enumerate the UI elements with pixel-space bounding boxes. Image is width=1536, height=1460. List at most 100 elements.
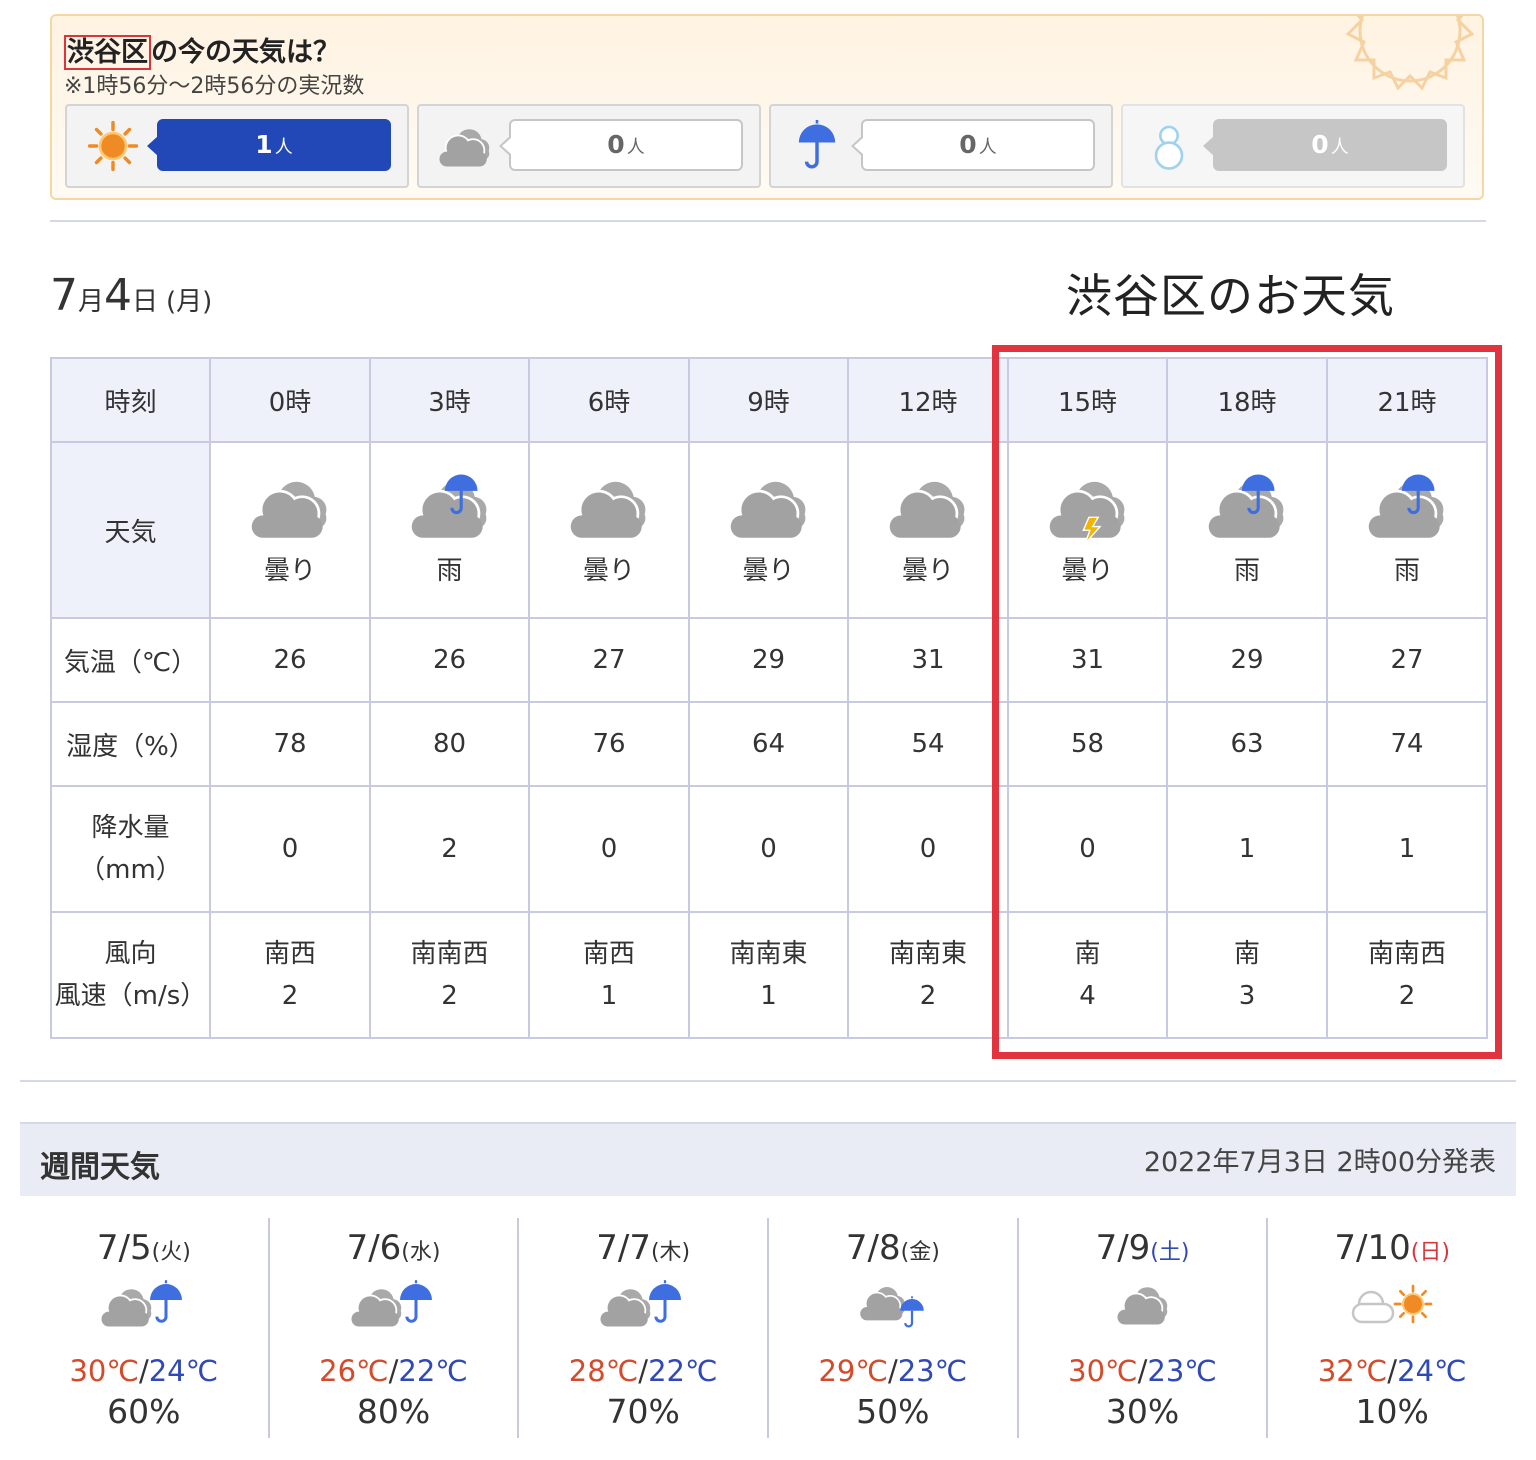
weekly-published: 2022年7月3日 2時00分発表: [1143, 1147, 1496, 1178]
temp-cell: 29: [1166, 617, 1328, 703]
vote-count: 0人: [499, 119, 743, 171]
humidity-cell: 78: [209, 701, 371, 787]
weather-cell: 雨: [369, 441, 530, 619]
week-day: 7/6(水) 26℃/22℃ 80%: [270, 1218, 520, 1438]
temp-cell: 31: [1007, 617, 1168, 703]
weather-cell: 曇り: [688, 441, 849, 619]
vote-count: 1人: [147, 119, 391, 171]
temp-cell: 26: [209, 617, 371, 703]
humidity-cell: 54: [847, 701, 1009, 787]
vote-snow-button[interactable]: 0人: [1121, 104, 1465, 188]
wind-cell: 南南東 2: [847, 911, 1009, 1039]
precip-cell: 0: [528, 785, 690, 913]
sun-icon: [85, 120, 141, 172]
vote-cloudy-button[interactable]: 0人: [417, 104, 761, 188]
precip-cell: 0: [847, 785, 1009, 913]
rain-icon: [408, 473, 492, 540]
cloud-occasional-rain-icon: [859, 1286, 925, 1328]
precip-cell: 0: [1007, 785, 1168, 913]
row-wind: 風向 風速（m/s） 南西 2 南南西 2 南西 1 南南東 1 南南東 2 南4 南3 南…: [50, 911, 1488, 1039]
vote-count: 0人: [1203, 119, 1447, 171]
live-weather-title: 渋谷区 の今の天気は？: [64, 30, 340, 70]
weekly-title: 週間天気: [40, 1150, 160, 1185]
humidity-cell: 58: [1007, 701, 1168, 787]
live-title-suffix: の今の天気は？: [151, 37, 340, 68]
thundercloud-icon: [1046, 474, 1130, 540]
weather-cell: 雨: [1166, 441, 1328, 619]
week-day: 7/5(火) 30℃/24℃ 60%: [20, 1218, 270, 1438]
time-cell: 3時: [369, 357, 530, 443]
row-time: 時刻 0時 3時 6時 9時 12時 15時 18時 21時: [50, 357, 1488, 443]
time-cell: 18時: [1166, 357, 1328, 443]
wind-cell: 南4: [1007, 911, 1168, 1039]
label-temperature: 気温（℃）: [50, 617, 211, 703]
humidity-cell: 74: [1326, 701, 1488, 787]
row-temperature: 気温（℃） 26 26 27 29 31 31 29 27: [50, 617, 1488, 703]
wind-cell: 南3: [1166, 911, 1328, 1039]
label-precipitation: 降水量 （mm）: [50, 785, 211, 913]
row-precipitation: 降水量 （mm） 0 2 0 0 0 0 1 1: [50, 785, 1488, 913]
wind-cell: 南西 1: [528, 911, 690, 1039]
cloud-icon: [248, 474, 332, 540]
live-weather-panel: 渋谷区 の今の天気は？ ※1時56分〜2時56分の実況数 1人 0人 0人 0人: [50, 14, 1484, 200]
wind-cell: 南南西 2: [369, 911, 530, 1039]
cloud-then-rain-icon: [599, 1280, 683, 1328]
time-cell: 6時: [528, 357, 690, 443]
cloud-icon: [437, 120, 493, 172]
cloud-icon: [886, 474, 970, 540]
umbrella-icon: [789, 120, 845, 172]
time-cell: 21時: [1326, 357, 1488, 443]
rain-icon: [1205, 473, 1289, 540]
divider: [20, 1080, 1516, 1082]
annotation-caption: 渋谷区のお天気: [1066, 269, 1395, 323]
week-day: 7/10(日) 32℃/24℃ 10%: [1317, 1228, 1467, 1431]
vote-rain-button[interactable]: 0人: [769, 104, 1113, 188]
temp-cell: 26: [369, 617, 530, 703]
wind-cell: 南南西 2: [1326, 911, 1488, 1039]
cloud-icon: [727, 474, 811, 540]
weekly-forecast: 7/5(火) 30℃/24℃ 60% 7/6(水) 26℃/22℃ 80% 7/…: [20, 1218, 1516, 1438]
weather-cell: 曇り: [209, 441, 371, 619]
row-weather: 天気 曇り 雨 曇り 曇り 曇り 曇り 雨 雨: [50, 441, 1488, 619]
row-humidity: 湿度（%） 78 80 76 64 54 58 63 74: [50, 701, 1488, 787]
time-cell: 12時: [847, 357, 1009, 443]
humidity-cell: 80: [369, 701, 530, 787]
label-time: 時刻: [50, 357, 211, 443]
place-name: 渋谷区: [64, 35, 151, 70]
cloud-icon: [567, 474, 651, 540]
week-day: 7/8(金) 29℃/23℃ 50%: [769, 1218, 1019, 1438]
precip-cell: 0: [209, 785, 371, 913]
week-day: 7/9(土) 30℃/23℃ 30%: [1019, 1218, 1269, 1438]
snowman-icon: [1154, 125, 1184, 170]
humidity-cell: 76: [528, 701, 690, 787]
label-weather: 天気: [50, 441, 211, 619]
precip-cell: 0: [688, 785, 849, 913]
rain-icon: [1365, 473, 1449, 540]
week-day: 7/7(木) 28℃/22℃ 70%: [519, 1218, 770, 1438]
weather-cell: 曇り: [1007, 441, 1168, 619]
weekly-header: 週間天気 2022年7月3日 2時00分発表: [20, 1122, 1516, 1196]
precip-cell: 2: [369, 785, 530, 913]
weather-cell: 曇り: [847, 441, 1009, 619]
precip-cell: 1: [1326, 785, 1488, 913]
vote-sunny-button[interactable]: 1人: [65, 104, 409, 188]
label-humidity: 湿度（%）: [50, 701, 211, 787]
live-weather-subtitle: ※1時56分〜2時56分の実況数: [64, 74, 365, 99]
cloud-then-sun-icon: [1351, 1284, 1433, 1324]
wind-cell: 南南東 1: [688, 911, 849, 1039]
temp-cell: 27: [528, 617, 690, 703]
time-cell: 15時: [1007, 357, 1168, 443]
temp-cell: 31: [847, 617, 1009, 703]
hourly-forecast-table: 時刻 0時 3時 6時 9時 12時 15時 18時 21時 天気 曇り 雨 曇…: [50, 357, 1488, 1039]
time-cell: 9時: [688, 357, 849, 443]
humidity-cell: 63: [1166, 701, 1328, 787]
vote-count: 0人: [851, 119, 1095, 171]
divider: [50, 220, 1486, 222]
cloud-then-rain-icon: [350, 1280, 433, 1328]
time-cell: 0時: [209, 357, 371, 443]
cloud-then-rain-icon: [100, 1280, 184, 1328]
precip-cell: 1: [1166, 785, 1328, 913]
temp-cell: 29: [688, 617, 849, 703]
weather-cell: 雨: [1326, 441, 1488, 619]
cloud-icon: [1116, 1286, 1168, 1326]
